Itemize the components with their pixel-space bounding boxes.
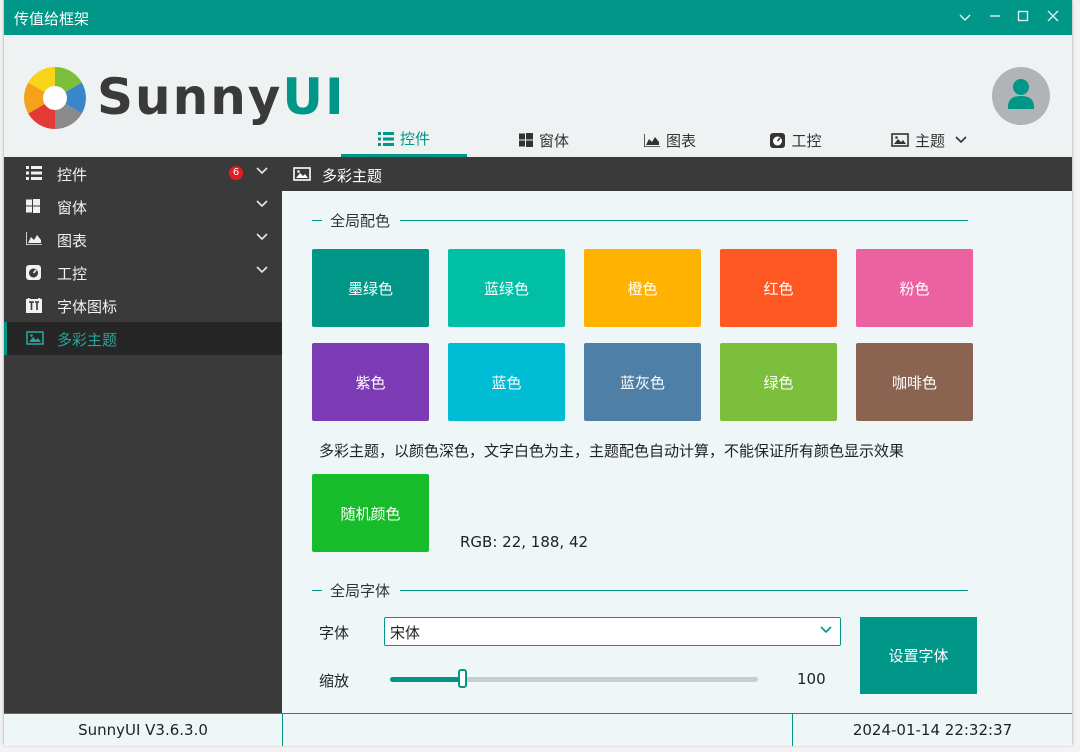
zoom-slider-fill (390, 677, 463, 682)
color-button-red[interactable]: 红色 (720, 249, 837, 327)
topnav-charts[interactable]: 图表 (607, 123, 733, 157)
sidebar: 控件 6 窗体 图表 工控 字体图标 多彩主题 (4, 157, 282, 713)
gauge-icon (770, 132, 786, 148)
sidebar-item-color-theme[interactable]: 多彩主题 (4, 322, 282, 355)
area-chart-icon (26, 232, 42, 245)
sidebar-item-label: 图表 (57, 232, 88, 250)
list-icon (26, 166, 42, 180)
list-icon (377, 131, 394, 146)
status-version: SunnyUI V3.6.3.0 (4, 714, 283, 746)
topnav-label: 窗体 (538, 131, 569, 150)
font-label: 字体 (319, 624, 350, 642)
color-button-dark-green[interactable]: 墨绿色 (312, 249, 429, 327)
window-title: 传值给框架 (14, 10, 90, 28)
group-title: 全局配色 (328, 210, 393, 231)
notification-badge: 6 (229, 166, 243, 180)
theme-description: 多彩主题，以颜色深色，文字白色为主，主题配色自动计算，不能保证所有颜色显示效果 (319, 442, 905, 460)
topnav-controls[interactable]: 控件 (341, 123, 467, 157)
page-header: 多彩主题 (282, 157, 1072, 191)
sidebar-item-label: 窗体 (57, 199, 88, 217)
color-button-blue[interactable]: 蓝色 (448, 343, 565, 421)
color-button-coffee[interactable]: 咖啡色 (856, 343, 973, 421)
page-title: 多彩主题 (322, 167, 383, 185)
sunnyui-logo-icon (24, 67, 86, 129)
avatar[interactable] (992, 67, 1050, 125)
sidebar-item-label: 字体图标 (57, 298, 118, 316)
sidebar-item-forms[interactable]: 窗体 (4, 190, 282, 223)
font-icon (26, 298, 42, 313)
topnav-label: 图表 (665, 131, 696, 150)
color-button-green[interactable]: 绿色 (720, 343, 837, 421)
sidebar-item-charts[interactable]: 图表 (4, 223, 282, 256)
color-button-pink[interactable]: 粉色 (856, 249, 973, 327)
minimize-icon[interactable] (984, 6, 1006, 28)
color-button-purple[interactable]: 紫色 (312, 343, 429, 421)
group-divider (400, 220, 968, 221)
chevron-down-icon[interactable] (256, 167, 268, 175)
brand-name-part2: UI (282, 68, 346, 126)
gauge-icon (26, 265, 41, 280)
sidebar-item-font-icons[interactable]: 字体图标 (4, 289, 282, 322)
area-chart-icon (643, 133, 660, 147)
topnav-forms[interactable]: 窗体 (481, 123, 607, 157)
image-icon (293, 167, 311, 181)
sidebar-item-label: 控件 (57, 166, 88, 184)
global-font-group: 全局字体 (312, 580, 968, 601)
chevron-down-icon[interactable] (256, 266, 268, 274)
chevron-down-icon[interactable] (820, 626, 832, 634)
sidebar-item-industrial[interactable]: 工控 (4, 256, 282, 289)
topnav-theme[interactable]: 主题 (866, 123, 992, 157)
random-color-button[interactable]: 随机颜色 (312, 474, 429, 552)
font-select-value: 宋体 (390, 624, 421, 642)
sidebar-item-label: 多彩主题 (57, 331, 118, 349)
app-header: SunnyUI 控件 窗体 图表 工控 主题 (4, 35, 1072, 157)
chevron-down-icon[interactable] (256, 200, 268, 208)
zoom-label: 缩放 (319, 672, 350, 690)
active-indicator (4, 322, 7, 355)
topnav-label: 工控 (791, 131, 822, 150)
chevron-down-icon (955, 136, 967, 144)
main-content: 全局配色 墨绿色 蓝绿色 橙色 红色 粉色 紫色 蓝色 蓝灰色 绿色 咖啡色 多… (282, 191, 1072, 713)
brand-name-part1: Sunny (97, 68, 283, 126)
brand-name: SunnyUI (97, 67, 346, 127)
topnav-label: 主题 (914, 131, 945, 150)
chevron-down-icon[interactable] (954, 6, 976, 28)
close-icon[interactable] (1042, 6, 1064, 28)
chevron-down-icon[interactable] (256, 233, 268, 241)
image-icon (26, 331, 44, 345)
status-bar: SunnyUI V3.6.3.0 2024-01-14 22:32:37 (4, 713, 1072, 746)
group-title: 全局字体 (328, 580, 393, 601)
image-icon (891, 133, 909, 147)
main-window: 传值给框架 SunnyUI 控件 窗体 图表 工控 主题 控件 6 窗体 图表 … (4, 0, 1072, 746)
font-select[interactable]: 宋体 (384, 617, 841, 646)
status-datetime: 2024-01-14 22:32:37 (852, 721, 1013, 739)
maximize-icon[interactable] (1012, 6, 1034, 28)
topnav-industrial[interactable]: 工控 (733, 123, 859, 157)
windows-icon (518, 133, 533, 147)
group-divider (312, 220, 322, 221)
rgb-readout: RGB: 22, 188, 42 (460, 533, 589, 551)
user-icon (1008, 79, 1034, 109)
topnav-label: 控件 (399, 130, 430, 148)
zoom-slider[interactable] (390, 669, 758, 688)
global-colors-group: 全局配色 (312, 210, 968, 231)
zoom-slider-handle[interactable] (458, 669, 468, 688)
title-bar[interactable]: 传值给框架 (4, 0, 1072, 35)
zoom-value: 100 (797, 670, 826, 688)
color-button-orange[interactable]: 橙色 (584, 249, 701, 327)
sidebar-item-controls[interactable]: 控件 6 (4, 157, 282, 190)
set-font-button[interactable]: 设置字体 (860, 617, 977, 694)
windows-icon (26, 199, 40, 213)
color-button-teal[interactable]: 蓝绿色 (448, 249, 565, 327)
status-middle (283, 714, 793, 746)
sidebar-item-label: 工控 (57, 265, 88, 283)
group-divider (400, 590, 968, 591)
color-button-blue-gray[interactable]: 蓝灰色 (584, 343, 701, 421)
group-divider (312, 590, 322, 591)
